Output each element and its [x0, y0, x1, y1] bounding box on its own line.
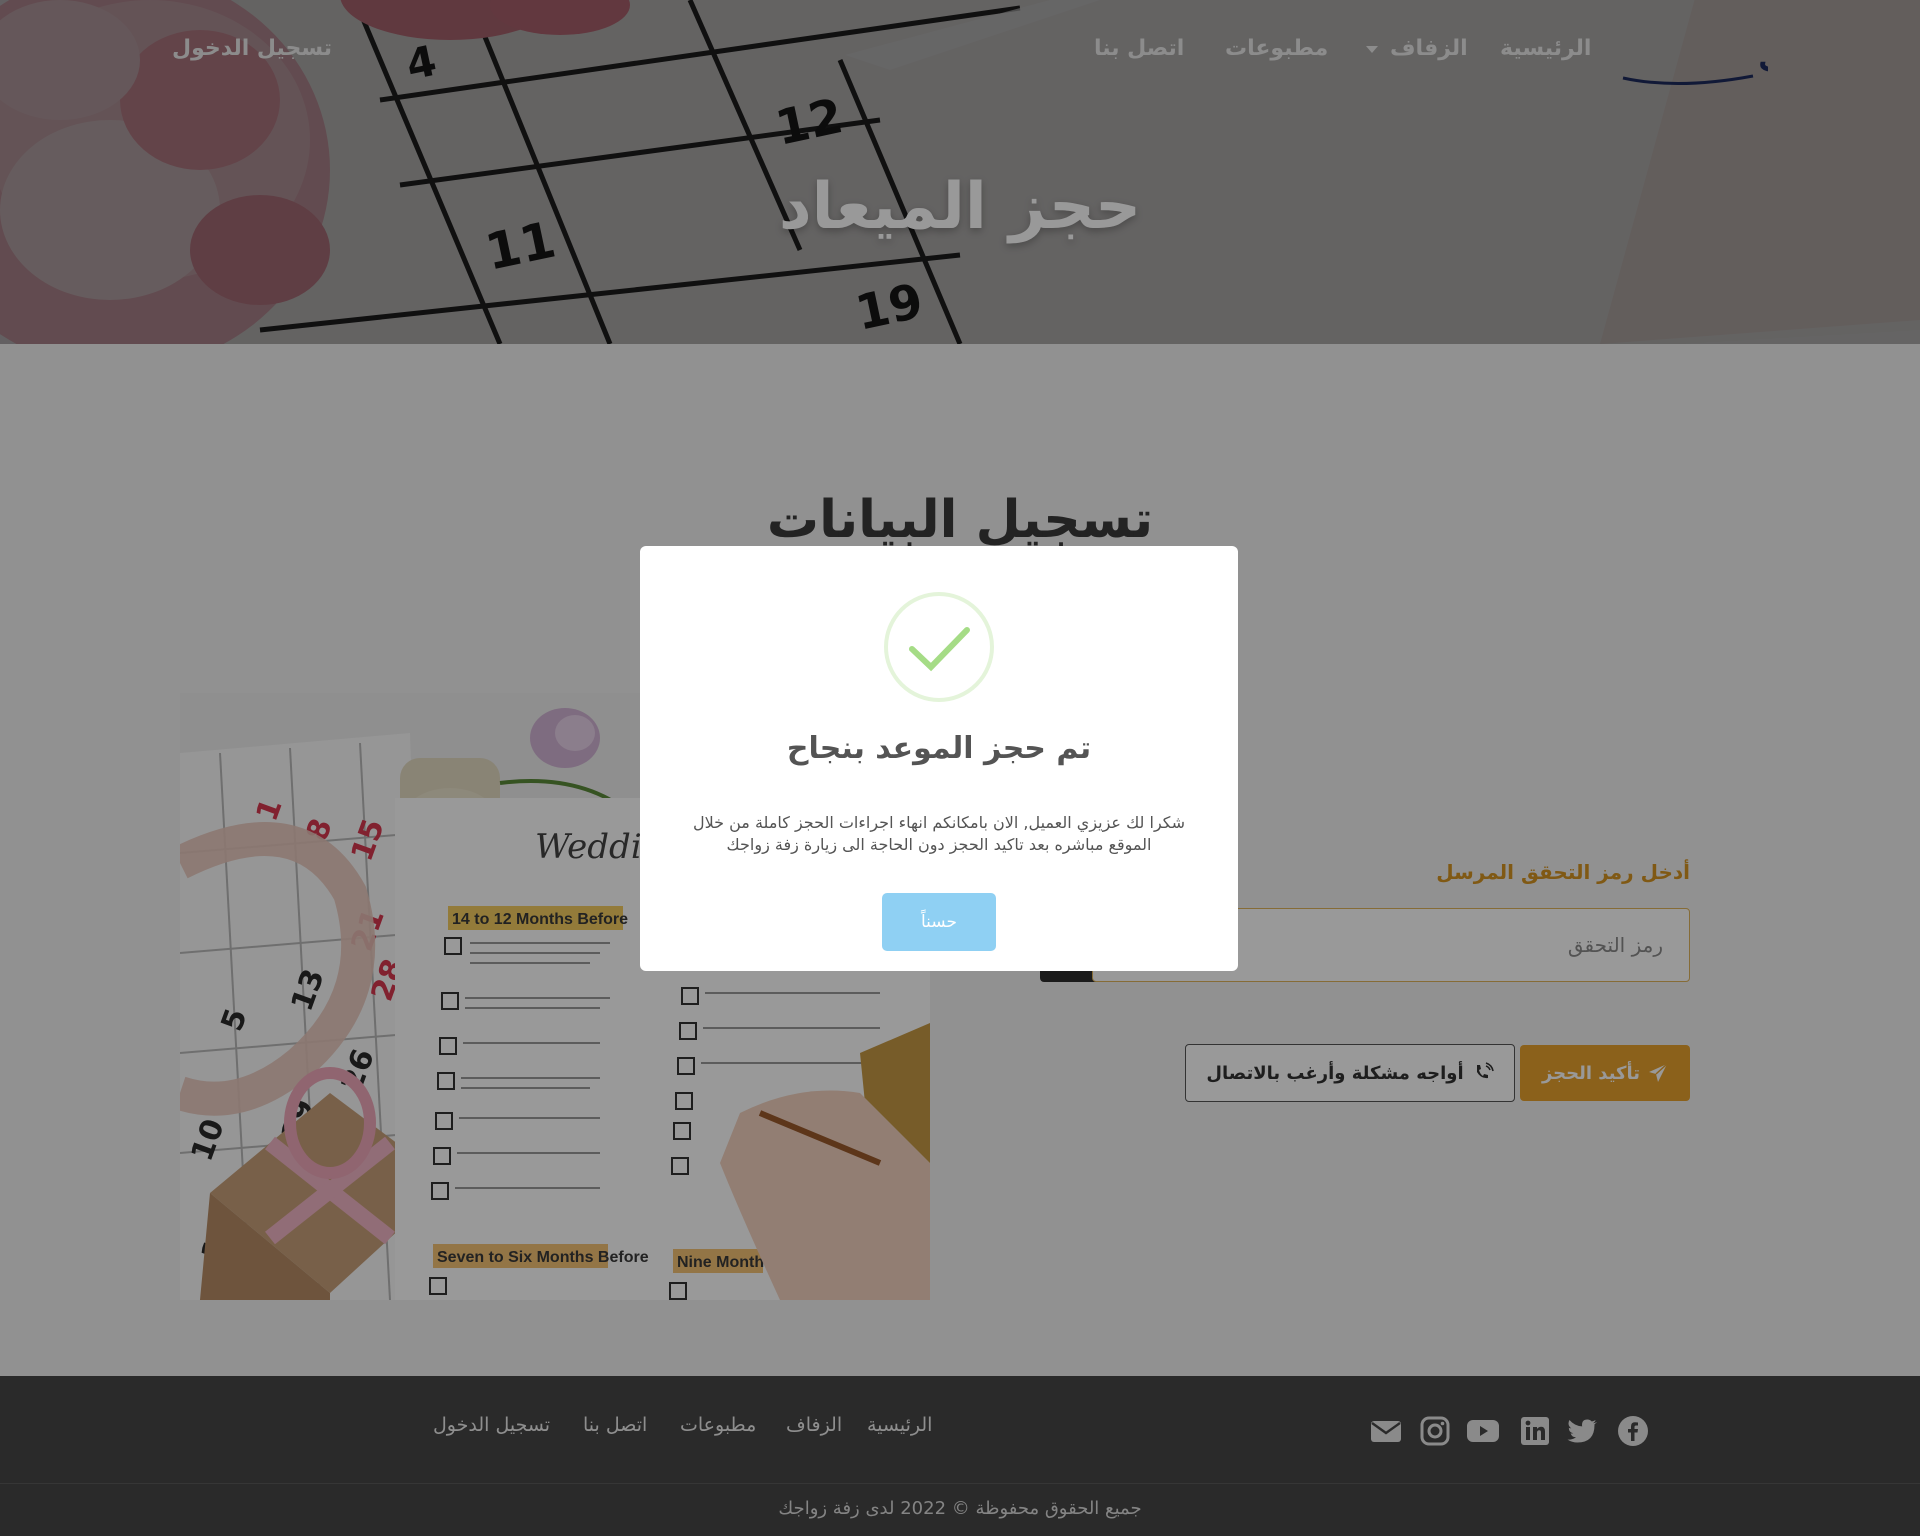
success-check-icon [884, 592, 994, 702]
dialog-title: تم حجز الموعد بنجاح [786, 731, 1092, 766]
success-dialog: تم حجز الموعد بنجاح شكرا لك عزيزي العميل… [640, 546, 1238, 971]
dialog-message: شكرا لك عزيزي العميل, الان بامكانكم انها… [692, 813, 1186, 854]
dialog-ok-button[interactable]: حسناً [882, 893, 996, 951]
